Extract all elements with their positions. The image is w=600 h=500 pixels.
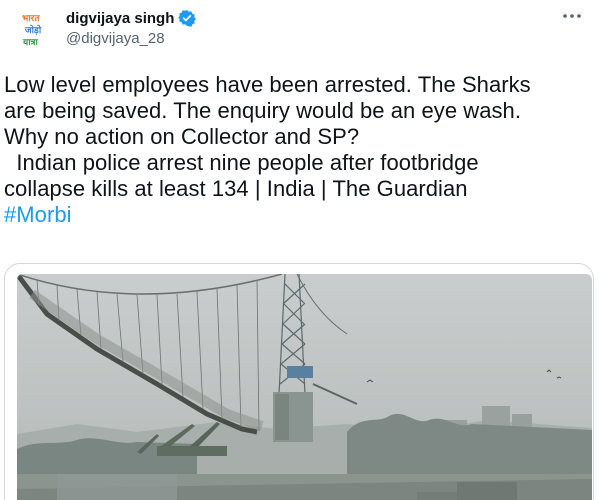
display-name-row: digvijaya singh — [66, 8, 197, 28]
avatar-text-1: भारत — [22, 14, 40, 24]
tweet-card: भारत जोड़ो यात्रा digvijaya singh @digvi… — [0, 0, 600, 500]
avatar[interactable]: भारत जोड़ो यात्रा — [14, 6, 62, 54]
avatar-text-3: यात्रा — [22, 38, 39, 48]
tweet-text: Low level employees have been arrested. … — [4, 72, 594, 228]
avatar-text-2: जोड़ो — [24, 24, 42, 36]
bharat-jodo-yatra-logo-icon: भारत जोड़ो यात्रा — [14, 6, 62, 54]
collapsed-bridge-photo — [17, 274, 592, 500]
hashtag-link[interactable]: #Morbi — [4, 202, 594, 228]
more-horizontal-icon — [563, 14, 581, 18]
display-name[interactable]: digvijaya singh — [66, 10, 174, 27]
tweet-line: are being saved. The enquiry would be an… — [4, 98, 521, 123]
author-handle[interactable]: @digvijaya_28 — [66, 30, 196, 47]
verified-badge-icon — [178, 9, 197, 27]
more-options-button[interactable] — [558, 6, 586, 26]
author-names: digvijaya singh @digvijaya_28 — [66, 8, 197, 47]
tweet-line: collapse kills at least 134 | India | Th… — [4, 176, 468, 201]
tweet-header: भारत जोड़ो यात्रा digvijaya singh @digvi… — [14, 6, 586, 54]
tweet-line: Low level employees have been arrested. … — [4, 72, 531, 97]
tweet-line: Indian police arrest nine people after f… — [4, 150, 479, 175]
media-photo[interactable] — [17, 274, 592, 500]
tweet-line: Why no action on Collector and SP? — [4, 124, 360, 149]
media-card[interactable] — [4, 263, 594, 500]
